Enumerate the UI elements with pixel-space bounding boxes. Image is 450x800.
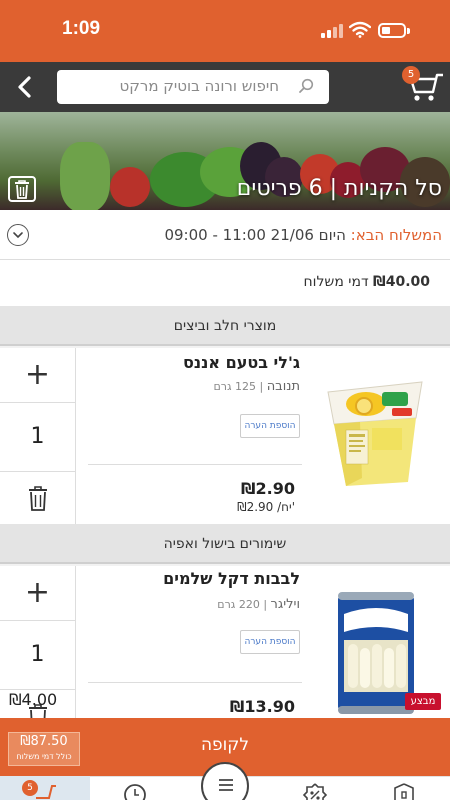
item-size: 220 גרם: [217, 598, 260, 611]
quantity-value: 1: [0, 621, 75, 690]
item-divider: [88, 464, 302, 465]
battery-nub: [407, 28, 410, 34]
orders-list-button[interactable]: [201, 762, 249, 800]
delivery-text: המשלוח הבא: היום 21/06 11:00 - 09:00: [164, 226, 442, 244]
increase-quantity-button[interactable]: +: [0, 566, 75, 621]
category-header-dairy: מוצרי חלב וביצים: [0, 306, 450, 346]
category-header-canned: שימורים בישול ואפיה: [0, 524, 450, 564]
delivery-fee-row: ₪40.00 דמי משלוח: [0, 260, 450, 306]
cart-title: סל הקניות | 6 פריטים: [236, 176, 442, 201]
item-brand: תנובה: [266, 379, 300, 394]
chevron-down-icon: [13, 232, 23, 239]
quantity-stepper: + 1: [0, 348, 76, 524]
sale-badge: מבצע: [405, 693, 441, 710]
delivery-label: המשלוח הבא:: [350, 226, 442, 244]
shield-icon[interactable]: [392, 782, 416, 800]
item-name[interactable]: ג'לי בטעם אננס: [183, 353, 300, 372]
search-icon: [299, 78, 314, 93]
search-input[interactable]: חיפוש ורונה בוטיק מרקט: [57, 70, 329, 104]
checkout-total: ₪87.50 כולל דמי משלוח: [8, 732, 80, 766]
signal-icon: [321, 24, 343, 38]
history-clock-icon[interactable]: [122, 782, 148, 800]
remove-item-button[interactable]: [0, 472, 75, 524]
delivery-fee-amount: ₪40.00: [373, 274, 430, 290]
clear-cart-button[interactable]: [8, 176, 36, 202]
delivery-expand-button[interactable]: [7, 224, 29, 246]
list-icon: [219, 779, 233, 791]
item-price: ₪2.90: [241, 479, 295, 498]
delivery-fee: ₪40.00 דמי משלוח: [304, 274, 430, 290]
increase-quantity-button[interactable]: +: [0, 348, 75, 403]
battery-icon: [378, 23, 406, 38]
item-meta: ויליגר | 220 גרם: [217, 597, 300, 612]
item-divider: [88, 682, 302, 683]
add-note-button[interactable]: הוספת הערה: [240, 630, 300, 654]
search-placeholder: חיפוש ורונה בוטיק מרקט: [119, 77, 280, 95]
hero-banner: סל הקניות | 6 פריטים: [0, 112, 450, 210]
quantity-value: 1: [0, 403, 75, 472]
item-name[interactable]: לבבות דקל שלמים: [163, 569, 300, 588]
item-unit-price: ₪2.90 /יח': [237, 500, 295, 514]
product-image[interactable]: [320, 378, 430, 490]
delivery-fee-label: דמי משלוח: [303, 274, 369, 290]
add-note-button[interactable]: הוספת הערה: [240, 414, 300, 438]
item-price: ₪13.90: [229, 697, 295, 716]
delivery-row[interactable]: המשלוח הבא: היום 21/06 11:00 - 09:00: [0, 210, 450, 260]
product-image[interactable]: [336, 590, 416, 714]
trash-icon: [28, 486, 47, 511]
cart-count-badge: 5: [402, 66, 420, 84]
item-meta: תנובה | 125 גרם: [213, 379, 300, 394]
cart-item: + 1 ג'לי בטעם אננס תנובה | 125 גרם הוספת…: [0, 348, 450, 524]
status-time: 1:09: [62, 18, 101, 39]
checkout-total-note: כולל דמי משלוח: [16, 752, 72, 761]
status-bar: 1:09: [0, 0, 450, 62]
checkout-total-amount: ₪87.50: [20, 734, 68, 749]
back-chevron-icon[interactable]: [10, 72, 40, 102]
cart-item: + 1 לבבות דקל שלמים ויליגר | 220 גרם הוס…: [0, 566, 450, 718]
tab-cart-badge: 5: [22, 780, 38, 796]
discount-icon[interactable]: [302, 782, 328, 800]
delivery-value: היום 21/06 11:00 - 09:00: [164, 226, 351, 244]
wifi-icon: [349, 21, 371, 38]
trash-icon: [15, 180, 29, 199]
item-brand: ויליגר: [270, 597, 300, 612]
overlap-price: ₪4.00: [9, 690, 58, 709]
item-size: 125 גרם: [213, 380, 256, 393]
top-nav: חיפוש ורונה בוטיק מרקט: [0, 62, 450, 112]
